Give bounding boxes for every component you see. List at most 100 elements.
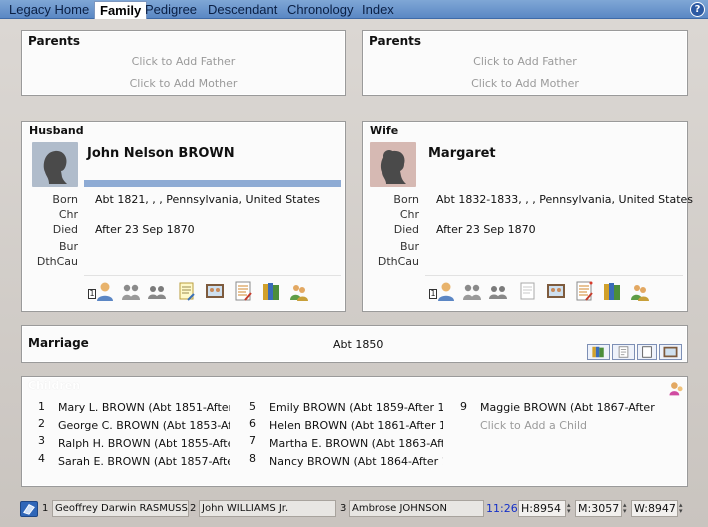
wife-panel: Wife Margaret Born Abt 1832-1833, , , Pe… [362, 121, 693, 312]
died-value[interactable]: After 23 Sep 1870 [436, 223, 536, 236]
add-mother-link[interactable]: Click to Add Mother [22, 77, 345, 90]
child-number: 1 [38, 400, 45, 413]
wife-portrait[interactable] [370, 142, 416, 187]
books-icon [592, 346, 604, 358]
husband-panel: Husband John Nelson BROWN Born Abt 1821,… [21, 121, 346, 312]
marriage-book-button[interactable] [637, 344, 657, 360]
notes-icon[interactable] [176, 280, 198, 302]
chr-label: Chr [58, 208, 78, 221]
marriage-rin[interactable]: M:3057 [575, 500, 622, 517]
child-number: 8 [249, 452, 256, 465]
books-icon[interactable] [260, 280, 282, 302]
picture-icon [663, 346, 678, 358]
husband-name[interactable]: John Nelson BROWN [87, 146, 235, 161]
child-name[interactable]: Helen BROWN (Abt 1861-After 18 [269, 419, 443, 432]
bookmark-3-number: 3 [340, 503, 347, 514]
siblings-icon[interactable] [487, 280, 509, 302]
dthcau-label: DthCau [36, 255, 78, 268]
parents-icon[interactable] [120, 280, 142, 302]
child-name[interactable]: Ralph H. BROWN (Abt 1855-After [58, 437, 230, 450]
bookmark-2[interactable]: John WILLIAMS Jr. [199, 500, 336, 517]
tab-descendant[interactable]: Descendant [203, 1, 282, 19]
bookmark-1[interactable]: Geoffrey Darwin RASMUSSEN [52, 500, 189, 517]
group-icon[interactable] [629, 280, 651, 302]
siblings-icon[interactable] [146, 280, 168, 302]
died-value[interactable]: After 23 Sep 1870 [95, 223, 195, 236]
add-mother-link[interactable]: Click to Add Mother [363, 77, 687, 90]
chr-label: Chr [399, 208, 419, 221]
child-number: 9 [460, 400, 467, 413]
bookmark-2-number: 2 [190, 503, 197, 514]
legacy-window: Legacy Home Family Pedigree Descendant C… [0, 0, 708, 527]
wife-toolbar: 1 [425, 275, 683, 303]
female-silhouette-icon [380, 150, 406, 184]
marriage-panel: Marriage Abt 1850 [21, 325, 688, 363]
report-icon[interactable] [232, 280, 254, 302]
bookmark-3[interactable]: Ambrose JOHNSON [349, 500, 484, 517]
picture-icon[interactable] [545, 280, 567, 302]
died-label: Died [393, 223, 419, 236]
child-number: 7 [249, 434, 256, 447]
wife-rin-spinner[interactable]: ▴ ▾ [679, 502, 685, 515]
add-father-link[interactable]: Click to Add Father [22, 55, 345, 68]
tab-chronology[interactable]: Chronology [282, 1, 359, 19]
child-add-icon[interactable] [667, 379, 685, 397]
male-silhouette-icon [43, 150, 67, 184]
marriage-sources-button[interactable] [587, 344, 610, 360]
help-icon[interactable]: ? [690, 2, 705, 17]
born-value[interactable]: Abt 1821, , , Pennsylvania, United State… [95, 193, 320, 206]
marriage-rin-spinner[interactable]: ▴ ▾ [623, 502, 629, 515]
marriage-date[interactable]: Abt 1850 [333, 338, 383, 351]
bur-label: Bur [58, 240, 78, 253]
parents-title: Parents [28, 34, 81, 48]
group-icon[interactable] [288, 280, 310, 302]
book-icon [642, 346, 652, 358]
children-title: Children [28, 379, 81, 392]
person-icon[interactable] [435, 280, 457, 302]
tab-legacy-home[interactable]: Legacy Home [4, 1, 94, 19]
child-name[interactable]: Nancy BROWN (Abt 1864-After 18 [269, 455, 443, 468]
wife-name[interactable]: Margaret [428, 146, 496, 161]
child-number: 3 [38, 434, 45, 447]
book-icon[interactable] [20, 501, 38, 517]
add-father-link[interactable]: Click to Add Father [363, 55, 687, 68]
person-icon[interactable] [94, 280, 116, 302]
marriage-notes-button[interactable] [612, 344, 635, 360]
picture-icon[interactable] [204, 280, 226, 302]
husband-rin-spinner[interactable]: ▴ ▾ [567, 502, 573, 515]
status-bar: 1 Geoffrey Darwin RASMUSSEN 2 John WILLI… [0, 498, 708, 520]
husband-title: Husband [29, 124, 84, 137]
books-icon[interactable] [601, 280, 623, 302]
tab-pedigree[interactable]: Pedigree [140, 1, 202, 19]
husband-portrait[interactable] [32, 142, 78, 187]
children-panel: Children 1 Mary L. BROWN (Abt 1851-After… [21, 376, 688, 487]
bookmark-1-number: 1 [42, 503, 49, 514]
clock-time: 11:26 [486, 502, 518, 515]
wife-rin[interactable]: W:8947 [631, 500, 678, 517]
tab-bar: Legacy Home Family Pedigree Descendant C… [0, 0, 708, 19]
husband-name-bar [84, 180, 341, 187]
child-name[interactable]: Emily BROWN (Abt 1859-After 1... [269, 401, 443, 414]
dthcau-label: DthCau [377, 255, 419, 268]
parents-panel-husband: Parents Click to Add Father Click to Add… [21, 30, 346, 96]
child-number: 2 [38, 417, 45, 430]
report-icon[interactable] [573, 280, 595, 302]
died-label: Died [52, 223, 78, 236]
tab-index[interactable]: Index [357, 1, 399, 19]
child-name[interactable]: Sarah E. BROWN (Abt 1857-After [58, 455, 230, 468]
child-name[interactable]: Mary L. BROWN (Abt 1851-After 1 [58, 401, 230, 414]
child-name[interactable]: Martha E. BROWN (Abt 1863-Afte [269, 437, 443, 450]
notes-icon[interactable] [517, 280, 539, 302]
child-name[interactable]: Maggie BROWN (Abt 1867-After 1 [480, 401, 658, 414]
wife-title: Wife [370, 124, 399, 137]
born-value[interactable]: Abt 1832-1833, , , Pennsylvania, United … [436, 193, 693, 206]
child-number: 6 [249, 417, 256, 430]
husband-rin[interactable]: H:8954 [518, 500, 566, 517]
notes-icon [618, 346, 629, 358]
child-name[interactable]: George C. BROWN (Abt 1853-Afte [58, 419, 230, 432]
parents-icon[interactable] [461, 280, 483, 302]
add-child-link[interactable]: Click to Add a Child [480, 419, 587, 432]
husband-toolbar: 1 [84, 275, 341, 303]
marriage-picture-button[interactable] [659, 344, 682, 360]
parents-title: Parents [369, 34, 422, 48]
